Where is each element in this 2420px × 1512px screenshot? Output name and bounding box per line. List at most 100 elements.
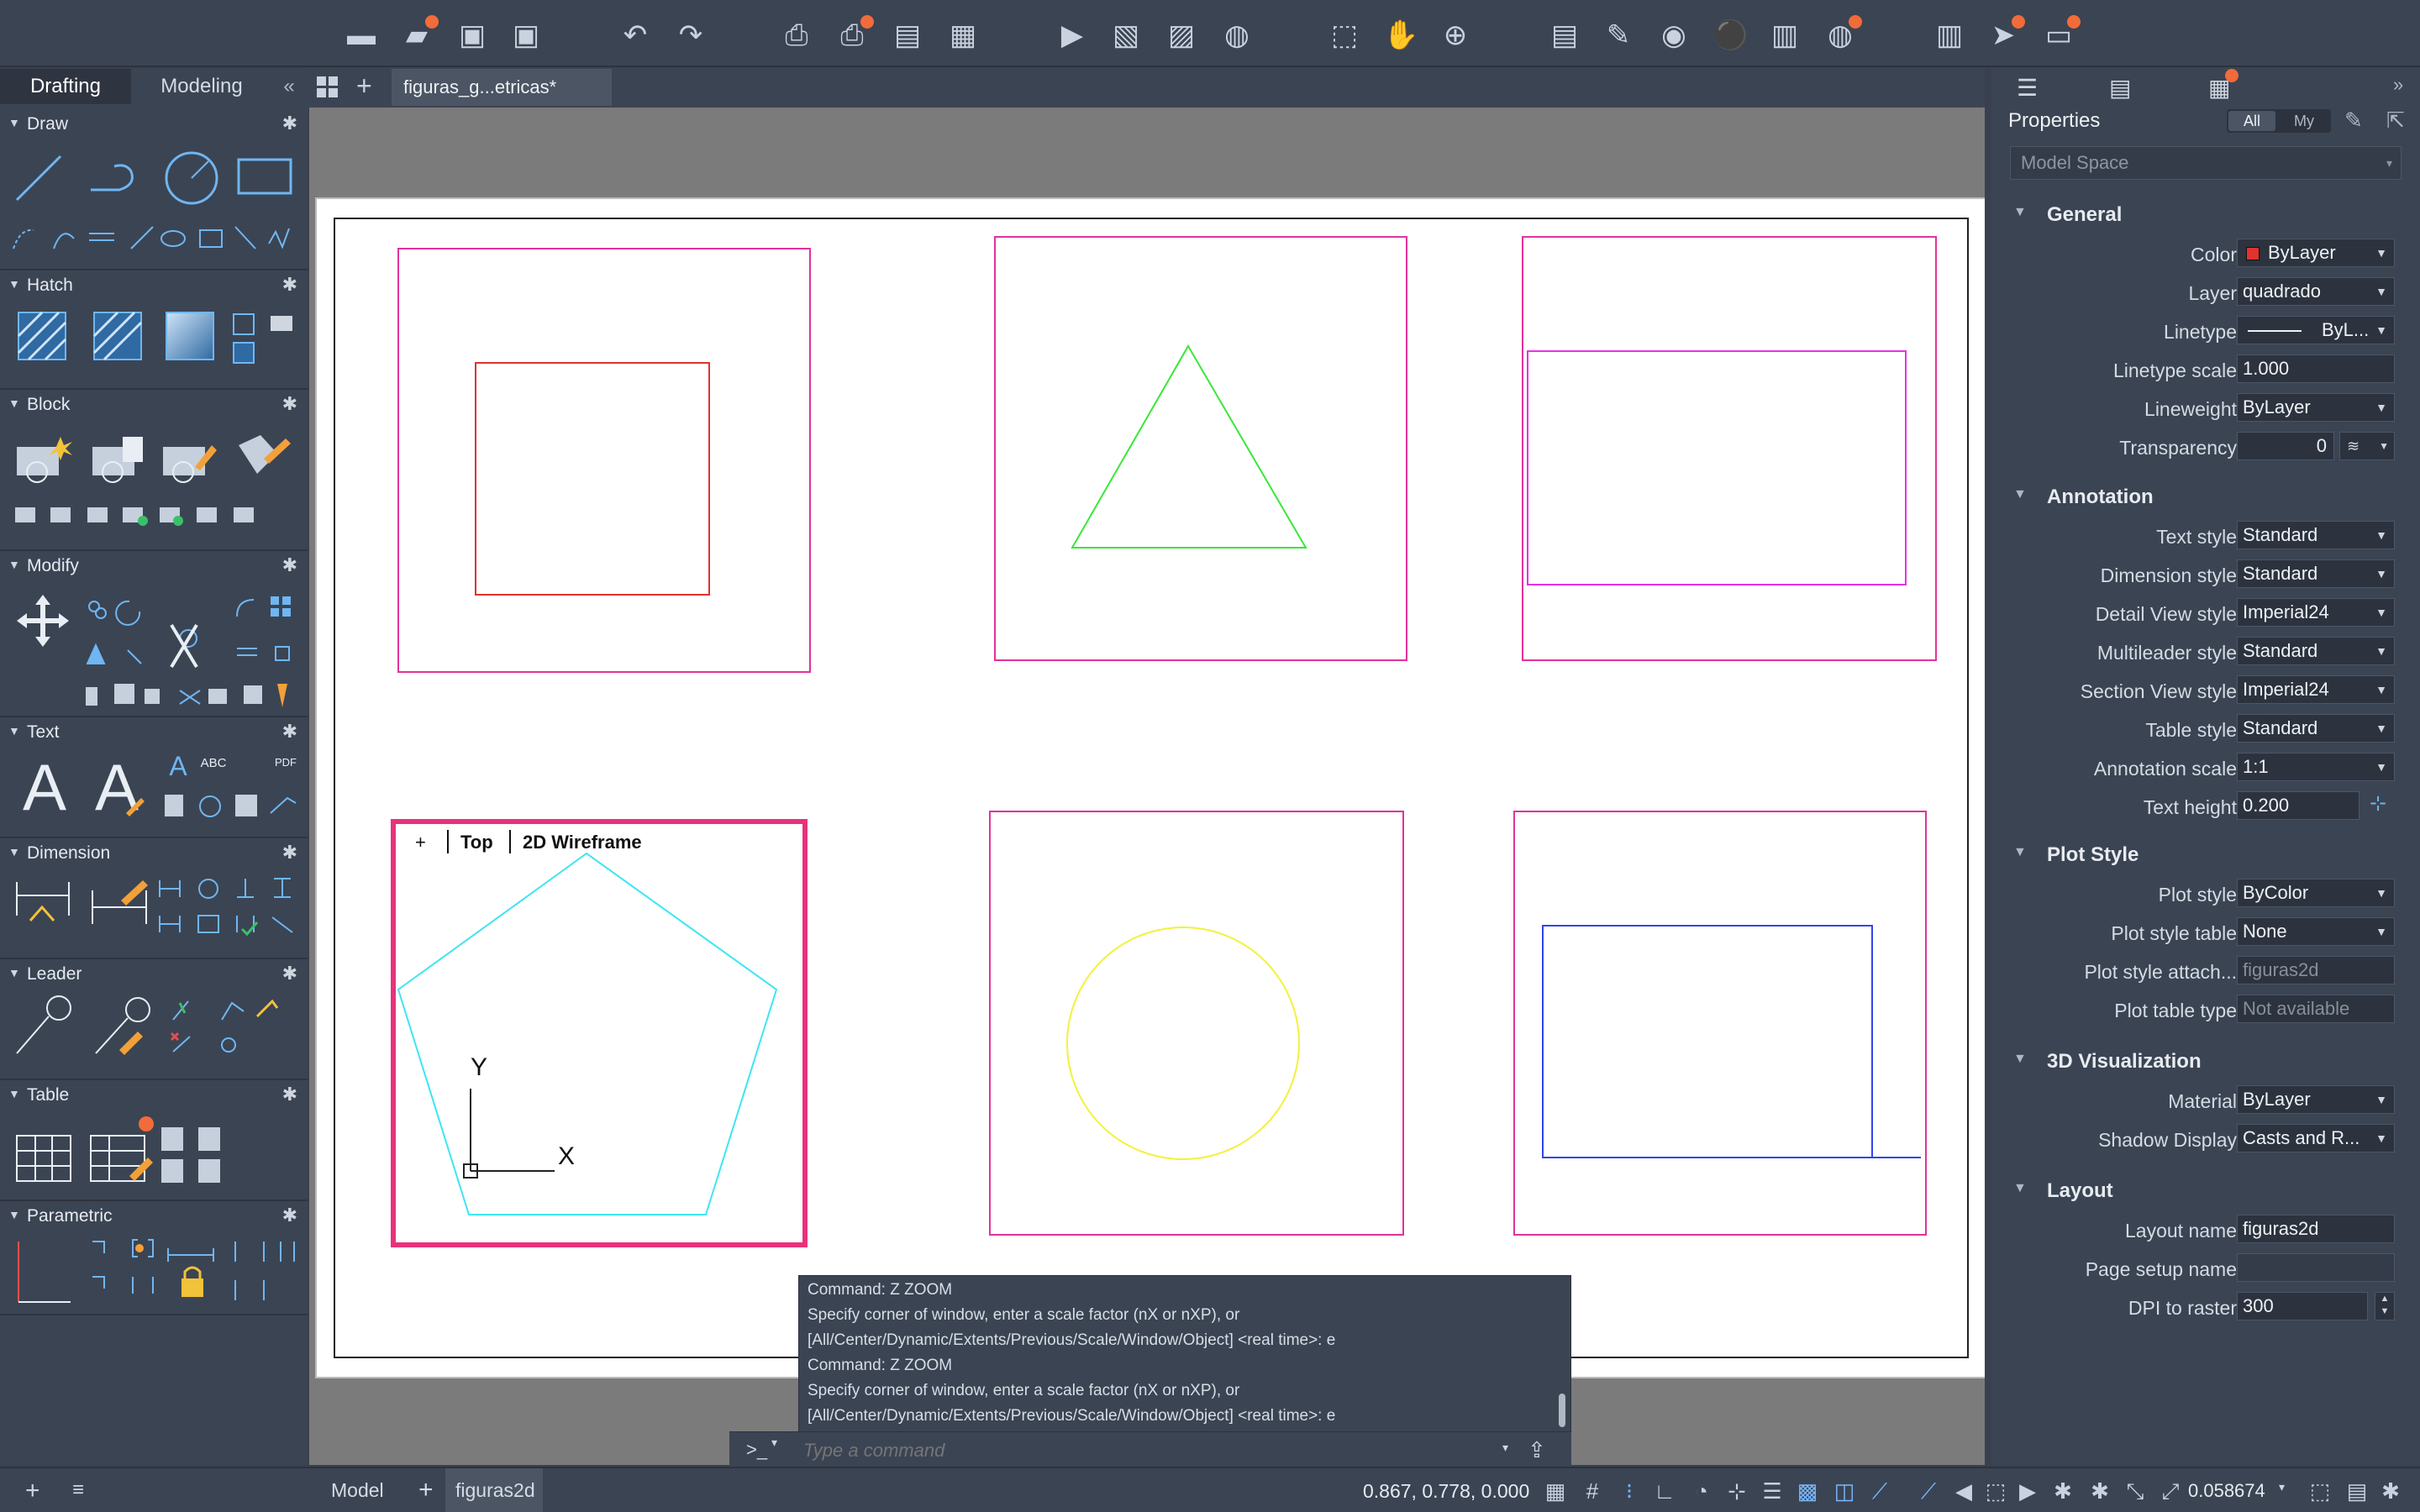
- annotation-monitor-icon[interactable]: ⤡: [2123, 1478, 2148, 1504]
- dynamic-input-icon[interactable]: ⟋: [1916, 1478, 1941, 1504]
- section-parametric[interactable]: ▼ Parametric ✱: [0, 1201, 308, 1230]
- plot-style-dropdown[interactable]: ByColor ▼: [2237, 879, 2395, 907]
- batch-plot-icon[interactable]: ⎙: [835, 15, 874, 52]
- chevron-left-icon[interactable]: ◀: [1951, 1478, 1976, 1504]
- move-icon[interactable]: [13, 591, 72, 650]
- dimension-tools[interactable]: [12, 874, 302, 941]
- plot-icon[interactable]: ⎙: [780, 18, 813, 52]
- group-general[interactable]: ▼ General: [1991, 195, 2420, 234]
- expand-panel-icon[interactable]: »: [2393, 74, 2403, 96]
- leader-tools[interactable]: [12, 995, 302, 1062]
- open-folder-icon[interactable]: ▰: [400, 15, 439, 52]
- parametric-tools[interactable]: [12, 1233, 302, 1317]
- multiline-text-icon[interactable]: A: [15, 749, 74, 825]
- drawing-canvas[interactable]: [309, 108, 1985, 1465]
- text-height-input[interactable]: 0.200: [2237, 791, 2360, 820]
- multileader-style-dropdown[interactable]: Standard ▼: [2237, 637, 2395, 665]
- publish-icon[interactable]: ▤: [891, 18, 924, 52]
- layer-dropdown[interactable]: quadrado ▼: [2237, 277, 2395, 306]
- chevron-down-icon[interactable]: ▾: [2279, 1480, 2285, 1494]
- gear-icon[interactable]: ✱: [2378, 1478, 2403, 1504]
- xref-icon[interactable]: ▨: [1165, 18, 1198, 52]
- circle-icon[interactable]: [161, 148, 222, 208]
- annotation-scale-value[interactable]: 0.058674: [2188, 1480, 2265, 1502]
- line-icon[interactable]: [12, 151, 66, 205]
- pick-point-icon[interactable]: ⊹: [2370, 791, 2386, 816]
- group-plot-style[interactable]: ▼ Plot Style: [1991, 835, 2420, 874]
- collapse-palette-icon[interactable]: «: [272, 69, 306, 104]
- measure-icon[interactable]: ▥: [1768, 18, 1802, 52]
- osnap-icon[interactable]: ⊹: [1724, 1478, 1749, 1504]
- import-icon[interactable]: ▧: [1109, 18, 1143, 52]
- filter-all-button[interactable]: All: [2228, 111, 2275, 131]
- viewport-plus-button[interactable]: +: [415, 832, 426, 853]
- pan-icon[interactable]: ✋: [1383, 18, 1418, 52]
- linetype-dropdown[interactable]: ByL... ▼: [2237, 316, 2395, 344]
- redo-icon[interactable]: ↷: [674, 18, 708, 52]
- coordinates-readout[interactable]: 0.867, 0.778, 0.000: [1363, 1480, 1529, 1503]
- text-style-dropdown[interactable]: Standard ▼: [2237, 521, 2395, 549]
- transparency-input[interactable]: 0: [2237, 432, 2334, 460]
- text-style-icon[interactable]: A: [161, 751, 195, 785]
- material-dropdown[interactable]: ByLayer ▼: [2237, 1085, 2395, 1114]
- section-leader[interactable]: ▼ Leader ✱: [0, 959, 308, 988]
- orbit-icon[interactable]: ⊕: [1439, 18, 1472, 52]
- polyline-icon[interactable]: [86, 151, 145, 205]
- hatch-icon[interactable]: [17, 311, 67, 361]
- tab-modeling[interactable]: Modeling: [134, 69, 269, 104]
- shadow-display-dropdown[interactable]: Casts and R... ▼: [2237, 1124, 2395, 1152]
- new-file-icon[interactable]: ▬: [345, 18, 378, 52]
- table-style-dropdown[interactable]: Standard ▼: [2237, 714, 2395, 743]
- chevron-down-icon[interactable]: ▾: [771, 1436, 777, 1450]
- ortho-icon[interactable]: ∟: [1652, 1478, 1677, 1504]
- attach-icon[interactable]: ▶: [1055, 18, 1089, 52]
- pick-object-icon[interactable]: ⇱: [2386, 108, 2405, 134]
- spell-check-icon[interactable]: ABC: [195, 756, 232, 780]
- save-as-icon[interactable]: ▣: [509, 18, 543, 52]
- group-layout[interactable]: ▼ Layout: [1991, 1171, 2420, 1210]
- space-selector[interactable]: Model Space ▾: [2010, 146, 2402, 180]
- annotation-visibility-icon[interactable]: ✱: [2050, 1478, 2075, 1504]
- selection-cycling-icon[interactable]: ◫: [1832, 1478, 1857, 1504]
- document-tab[interactable]: figuras_g...etricas*: [392, 69, 612, 106]
- clean-screen-icon[interactable]: ⬚: [2307, 1478, 2333, 1504]
- layers-tab-icon[interactable]: ▤: [2109, 74, 2131, 102]
- linetype-scale-input[interactable]: [2237, 354, 2395, 383]
- color-dropdown[interactable]: ByLayer ▼: [2237, 239, 2395, 267]
- rectangle-icon[interactable]: [235, 155, 294, 202]
- transparency-mode-icon[interactable]: ≋ ▼: [2339, 432, 2395, 460]
- layout-name-input[interactable]: figuras2d: [2237, 1215, 2395, 1243]
- hatch-edit-icon[interactable]: [92, 311, 143, 361]
- chevron-right-icon[interactable]: ▶: [2015, 1478, 2040, 1504]
- dpi-stepper[interactable]: ▲ ▼: [2375, 1292, 2395, 1320]
- tab-layout[interactable]: figuras2d: [445, 1468, 543, 1512]
- chevron-down-icon[interactable]: ▾: [1502, 1441, 1508, 1455]
- section-hatch[interactable]: ▼ Hatch ✱: [0, 270, 308, 299]
- share-icon[interactable]: ⇪: [1528, 1437, 1546, 1463]
- tab-model[interactable]: Model: [331, 1468, 387, 1512]
- gear-icon[interactable]: ✱: [282, 842, 297, 864]
- help-icon[interactable]: ◍: [1823, 15, 1862, 52]
- save-icon[interactable]: ▣: [455, 18, 489, 52]
- lineweight-dropdown[interactable]: ByLayer ▼: [2237, 393, 2395, 422]
- gear-icon[interactable]: ✱: [282, 721, 297, 743]
- command-input[interactable]: [803, 1437, 1492, 1464]
- quick-select-icon[interactable]: ⚫: [1712, 18, 1748, 52]
- auto-scale-icon[interactable]: ✱: [2087, 1478, 2112, 1504]
- model-space-icon[interactable]: ▦: [1543, 1478, 1568, 1504]
- transparency-icon[interactable]: ▩: [1795, 1478, 1820, 1504]
- dynamic-ucs-icon[interactable]: ⟋: [1867, 1478, 1892, 1504]
- pdf-import-icon[interactable]: PDF: [269, 756, 302, 780]
- quick-select-icon[interactable]: ✎: [2344, 108, 2363, 134]
- polar-icon[interactable]: ◔: [1689, 1478, 1714, 1504]
- gear-icon[interactable]: ✱: [282, 274, 297, 296]
- dimension-style-dropdown[interactable]: Standard ▼: [2237, 559, 2395, 588]
- gear-icon[interactable]: ✱: [282, 1084, 297, 1105]
- menu-icon[interactable]: ≡: [72, 1478, 84, 1502]
- zoom-window-icon[interactable]: ⬚: [1328, 18, 1361, 52]
- share-icon[interactable]: ◍: [1220, 18, 1254, 52]
- table-tools[interactable]: [12, 1112, 302, 1196]
- dpi-input[interactable]: 300: [2237, 1292, 2368, 1320]
- draw-small-tools[interactable]: [8, 222, 294, 255]
- export-icon[interactable]: ▦: [946, 18, 980, 52]
